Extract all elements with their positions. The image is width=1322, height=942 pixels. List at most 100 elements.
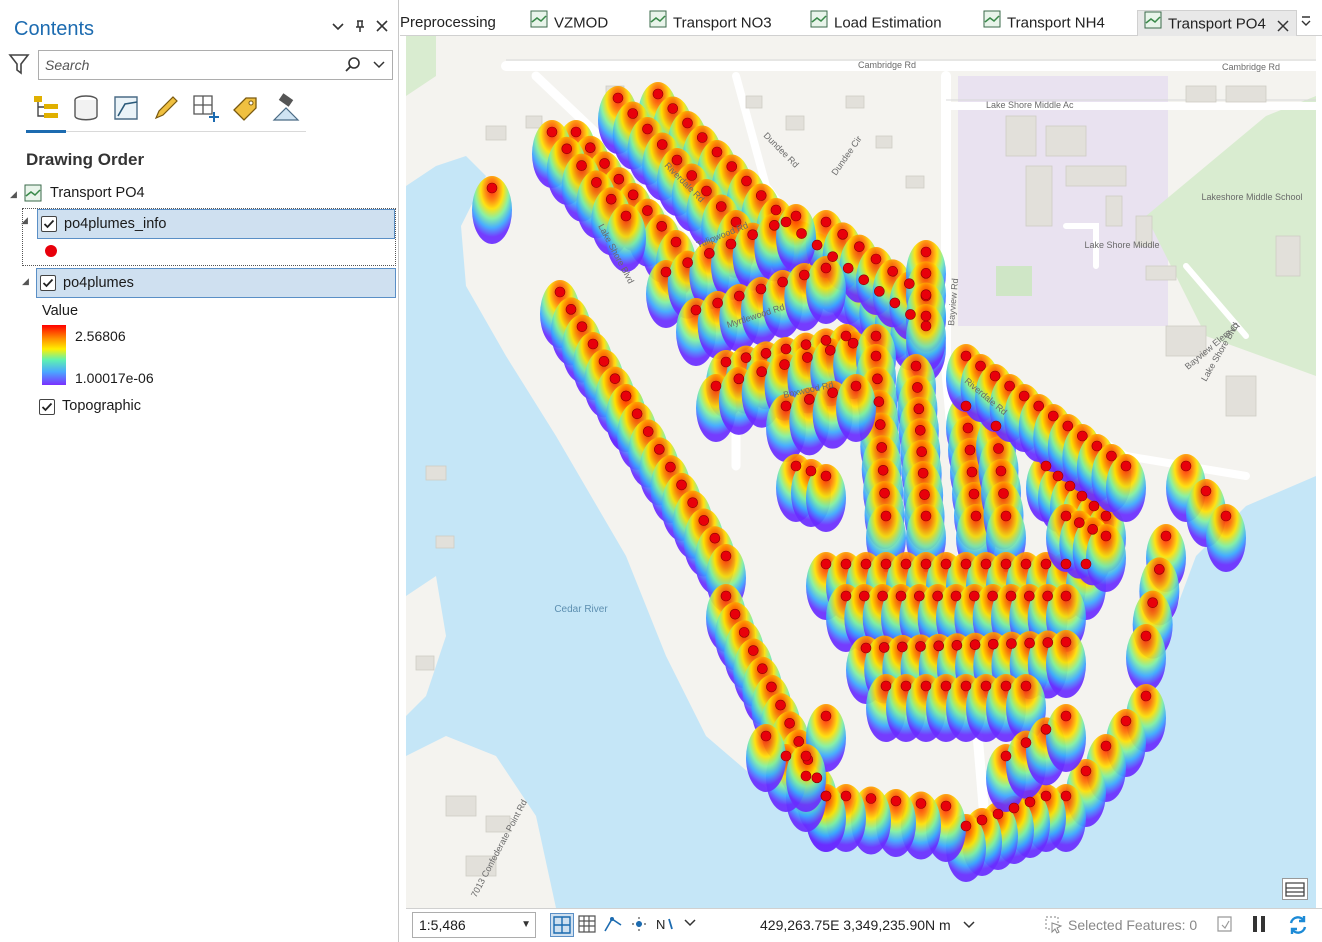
po4-source-point[interactable] [1005, 590, 1017, 602]
po4-source-point[interactable] [876, 442, 888, 453]
po4-source-point[interactable] [960, 350, 972, 362]
po4-source-point[interactable] [725, 238, 737, 250]
po4-source-point[interactable] [969, 590, 980, 602]
po4-source-point[interactable] [1024, 796, 1036, 808]
po4-source-point[interactable] [760, 730, 772, 742]
po4-source-point[interactable] [960, 400, 972, 412]
po4-source-point[interactable] [1106, 450, 1117, 462]
po4-source-point[interactable] [880, 510, 892, 522]
po4-source-point[interactable] [598, 356, 610, 367]
po4-source-point[interactable] [920, 320, 932, 332]
north-arrow-icon[interactable]: N [654, 913, 678, 937]
search-input[interactable] [45, 56, 335, 74]
po4-source-point[interactable] [682, 117, 693, 129]
po4-source-point[interactable] [811, 239, 823, 251]
po4-source-point[interactable] [820, 470, 832, 482]
po4-source-point[interactable] [824, 344, 836, 356]
po4-source-point[interactable] [1060, 710, 1072, 722]
auto-hide-pin-icon[interactable] [350, 19, 370, 39]
po4-source-point[interactable] [820, 558, 832, 570]
po4-source-point[interactable] [995, 465, 1007, 477]
po4-source-point[interactable] [1018, 390, 1030, 402]
po4-source-point[interactable] [992, 808, 1004, 820]
po4-source-point[interactable] [747, 645, 759, 656]
po4-source-point[interactable] [756, 366, 768, 378]
grid-icon[interactable] [576, 913, 600, 937]
po4-source-point[interactable] [712, 297, 723, 309]
po4-source-point[interactable] [779, 359, 790, 370]
po4-source-point[interactable] [769, 220, 780, 231]
po4-source-point[interactable] [1024, 637, 1035, 649]
list-by-selection-icon[interactable] [110, 92, 142, 124]
tab-load-estimation[interactable]: Load Estimation [810, 10, 942, 36]
map-canvas[interactable]: Cambridge Rd Cambridge Rd Lake Shore Mid… [406, 36, 1316, 908]
po4-source-point[interactable] [576, 321, 588, 332]
po4-source-point[interactable] [900, 558, 912, 570]
po4-source-point[interactable] [1008, 802, 1020, 814]
po4-source-point[interactable] [820, 710, 832, 722]
list-by-snapping-icon[interactable] [190, 92, 222, 124]
po4-source-point[interactable] [784, 717, 795, 729]
tab-transport-no3[interactable]: Transport NO3 [649, 10, 772, 36]
po4-source-point[interactable] [932, 590, 943, 602]
po4-source-point[interactable] [1042, 590, 1053, 602]
po4-source-point[interactable] [897, 641, 908, 653]
collapse-layer-icon[interactable]: ◢ [21, 215, 28, 226]
po4-source-point[interactable] [880, 558, 892, 570]
po4-source-point[interactable] [805, 465, 817, 477]
po4-source-point[interactable] [760, 348, 772, 359]
po4-source-point[interactable] [920, 510, 932, 522]
po4-source-point[interactable] [775, 699, 786, 711]
po4-source-point[interactable] [920, 680, 932, 692]
po4-source-point[interactable] [905, 309, 916, 320]
list-by-drawing-order-icon[interactable] [30, 92, 62, 124]
po4-source-point[interactable] [612, 92, 624, 104]
po4-source-point[interactable] [584, 142, 596, 154]
po4-source-point[interactable] [1060, 510, 1072, 522]
po4-source-point[interactable] [709, 532, 721, 544]
collapse-layer-icon[interactable]: ◢ [22, 276, 29, 287]
po4-source-point[interactable] [889, 297, 901, 309]
po4-source-point[interactable] [860, 642, 872, 654]
scale-dropdown-chevron-icon[interactable]: ▼ [521, 913, 531, 937]
po4-source-point[interactable] [546, 126, 558, 138]
po4-source-point[interactable] [1062, 420, 1074, 432]
po4-source-point[interactable] [720, 590, 732, 602]
po4-source-point[interactable] [980, 558, 992, 570]
po4-source-point[interactable] [1033, 400, 1045, 412]
po4-source-point[interactable] [565, 304, 577, 315]
po4-source-point[interactable] [940, 680, 952, 692]
po4-source-point[interactable] [987, 638, 999, 650]
po4-source-point[interactable] [800, 750, 812, 762]
po4-source-point[interactable] [642, 426, 654, 437]
collapse-map-icon[interactable]: ◢ [10, 181, 22, 207]
po4-source-point[interactable] [570, 126, 582, 138]
po4-source-point[interactable] [799, 269, 810, 281]
po4-source-point[interactable] [747, 229, 758, 240]
po4-source-point[interactable] [895, 590, 907, 602]
po4-source-point[interactable] [1100, 530, 1112, 542]
po4-source-point[interactable] [554, 286, 566, 298]
po4-source-point[interactable] [1077, 430, 1088, 442]
grid-reference-toggle-icon[interactable] [550, 913, 574, 937]
po4-source-point[interactable] [780, 750, 792, 762]
po4-source-point[interactable] [780, 343, 792, 355]
list-by-data-source-icon[interactable] [70, 92, 102, 124]
po4-source-point[interactable] [676, 479, 687, 491]
po4-source-point[interactable] [631, 408, 643, 420]
layer-visibility-checkbox[interactable] [39, 399, 55, 415]
po4-source-point[interactable] [720, 550, 732, 562]
tab-transport-nh4[interactable]: Transport NH4 [983, 10, 1105, 36]
po4-source-point[interactable] [587, 338, 599, 350]
po4-source-point[interactable] [975, 360, 986, 372]
po4-source-point[interactable] [872, 373, 883, 385]
po4-source-point[interactable] [656, 220, 668, 232]
po4-source-point[interactable] [920, 246, 932, 258]
refresh-map-icon[interactable] [1286, 913, 1310, 937]
po4-source-point[interactable] [1020, 680, 1032, 692]
po4-source-point[interactable] [704, 248, 715, 259]
layer-topographic-row[interactable]: Topographic [36, 394, 396, 420]
po4-source-point[interactable] [1040, 558, 1052, 570]
refresh-selection-icon[interactable] [1214, 913, 1238, 937]
po4-source-point[interactable] [609, 373, 621, 384]
